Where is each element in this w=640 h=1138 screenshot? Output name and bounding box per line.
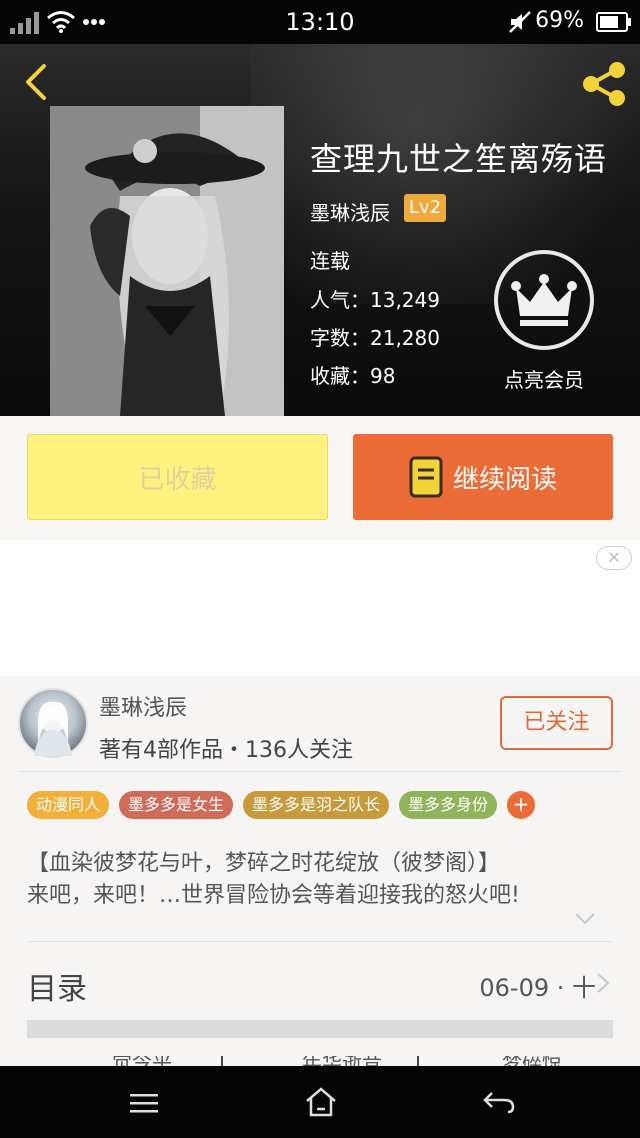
back-arrow-icon[interactable] <box>16 60 56 104</box>
author-avatar[interactable] <box>18 688 88 758</box>
vip-label[interactable]: 点亮会员 <box>488 364 600 393</box>
book-title: 查理九世之笙离殇语 <box>310 140 608 178</box>
ad-close-button[interactable]: ✕ <box>596 546 632 570</box>
description-line: 来吧，来吧！…世界冒险协会等着迎接我的怒火吧! <box>27 883 520 908</box>
book-header: 查理九世之笙离殇语 墨琳浅辰 Lv2 连载 人气：13,249 字数：21,28… <box>0 44 640 416</box>
tag-chip[interactable]: 墨多多是女生 <box>119 791 234 819</box>
tag-list: 动漫同人 墨多多是女生 墨多多是羽之队长 墨多多身份 + <box>27 791 536 821</box>
battery-percent: 69% <box>535 8 584 33</box>
author-meta: 著有4部作品・136人关注 <box>99 738 353 763</box>
battery-icon <box>596 12 631 32</box>
system-nav-bar <box>0 1066 640 1138</box>
book-description: 【血染彼梦花与叶，梦碎之时花绽放（彼梦阁）】 来吧，来吧！…世界冒险协会等着迎接… <box>27 848 617 912</box>
tag-chip[interactable]: 动漫同人 <box>27 791 110 819</box>
description-line: 【血染彼梦花与叶，梦碎之时花绽放（彼梦阁）】 <box>27 851 501 876</box>
menu-icon[interactable] <box>128 1092 160 1114</box>
word-count-stat: 字数：21,280 <box>310 326 440 350</box>
toc-update-date[interactable]: 06-09 · 十 <box>479 968 596 1003</box>
book-author[interactable]: 墨琳浅辰 <box>310 197 390 226</box>
divider <box>18 771 622 772</box>
share-icon[interactable] <box>578 58 630 110</box>
chevron-down-icon[interactable] <box>574 912 596 926</box>
author-level-badge: Lv2 <box>404 194 446 222</box>
add-tag-button[interactable]: + <box>507 791 536 819</box>
ad-banner: ✕ <box>0 540 640 676</box>
continue-reading-button[interactable]: 继续阅读 <box>353 434 613 520</box>
tag-chip[interactable]: 墨多多身份 <box>399 791 498 819</box>
continue-reading-label: 继续阅读 <box>452 464 557 495</box>
divider <box>27 941 613 942</box>
vip-crown-button[interactable] <box>494 250 594 350</box>
crown-icon <box>511 274 577 326</box>
author-section: 墨琳浅辰 著有4部作品・136人关注 已关注 动漫同人 墨多多是女生 墨多多是羽… <box>0 676 640 1068</box>
tag-chip[interactable]: 墨多多是羽之队长 <box>243 791 390 819</box>
book-cover-image <box>50 106 284 416</box>
chevron-right-icon[interactable] <box>596 972 610 994</box>
home-icon[interactable] <box>304 1086 338 1118</box>
toc-title[interactable]: 目录 <box>27 964 87 1008</box>
action-bar: 已收藏 继续阅读 <box>0 416 640 540</box>
mute-icon <box>509 11 531 33</box>
favorites-stat: 收藏：98 <box>310 364 396 388</box>
book-icon <box>409 456 443 498</box>
followed-button[interactable]: 已关注 <box>500 696 613 750</box>
back-icon[interactable] <box>482 1090 516 1114</box>
author-name[interactable]: 墨琳浅辰 <box>99 690 187 722</box>
section-separator <box>27 1020 613 1038</box>
popularity-stat: 人气：13,249 <box>310 288 440 312</box>
serial-status: 连载 <box>310 249 350 273</box>
favorited-button[interactable]: 已收藏 <box>27 434 328 520</box>
status-bar: 13:10 69% <box>0 0 640 44</box>
